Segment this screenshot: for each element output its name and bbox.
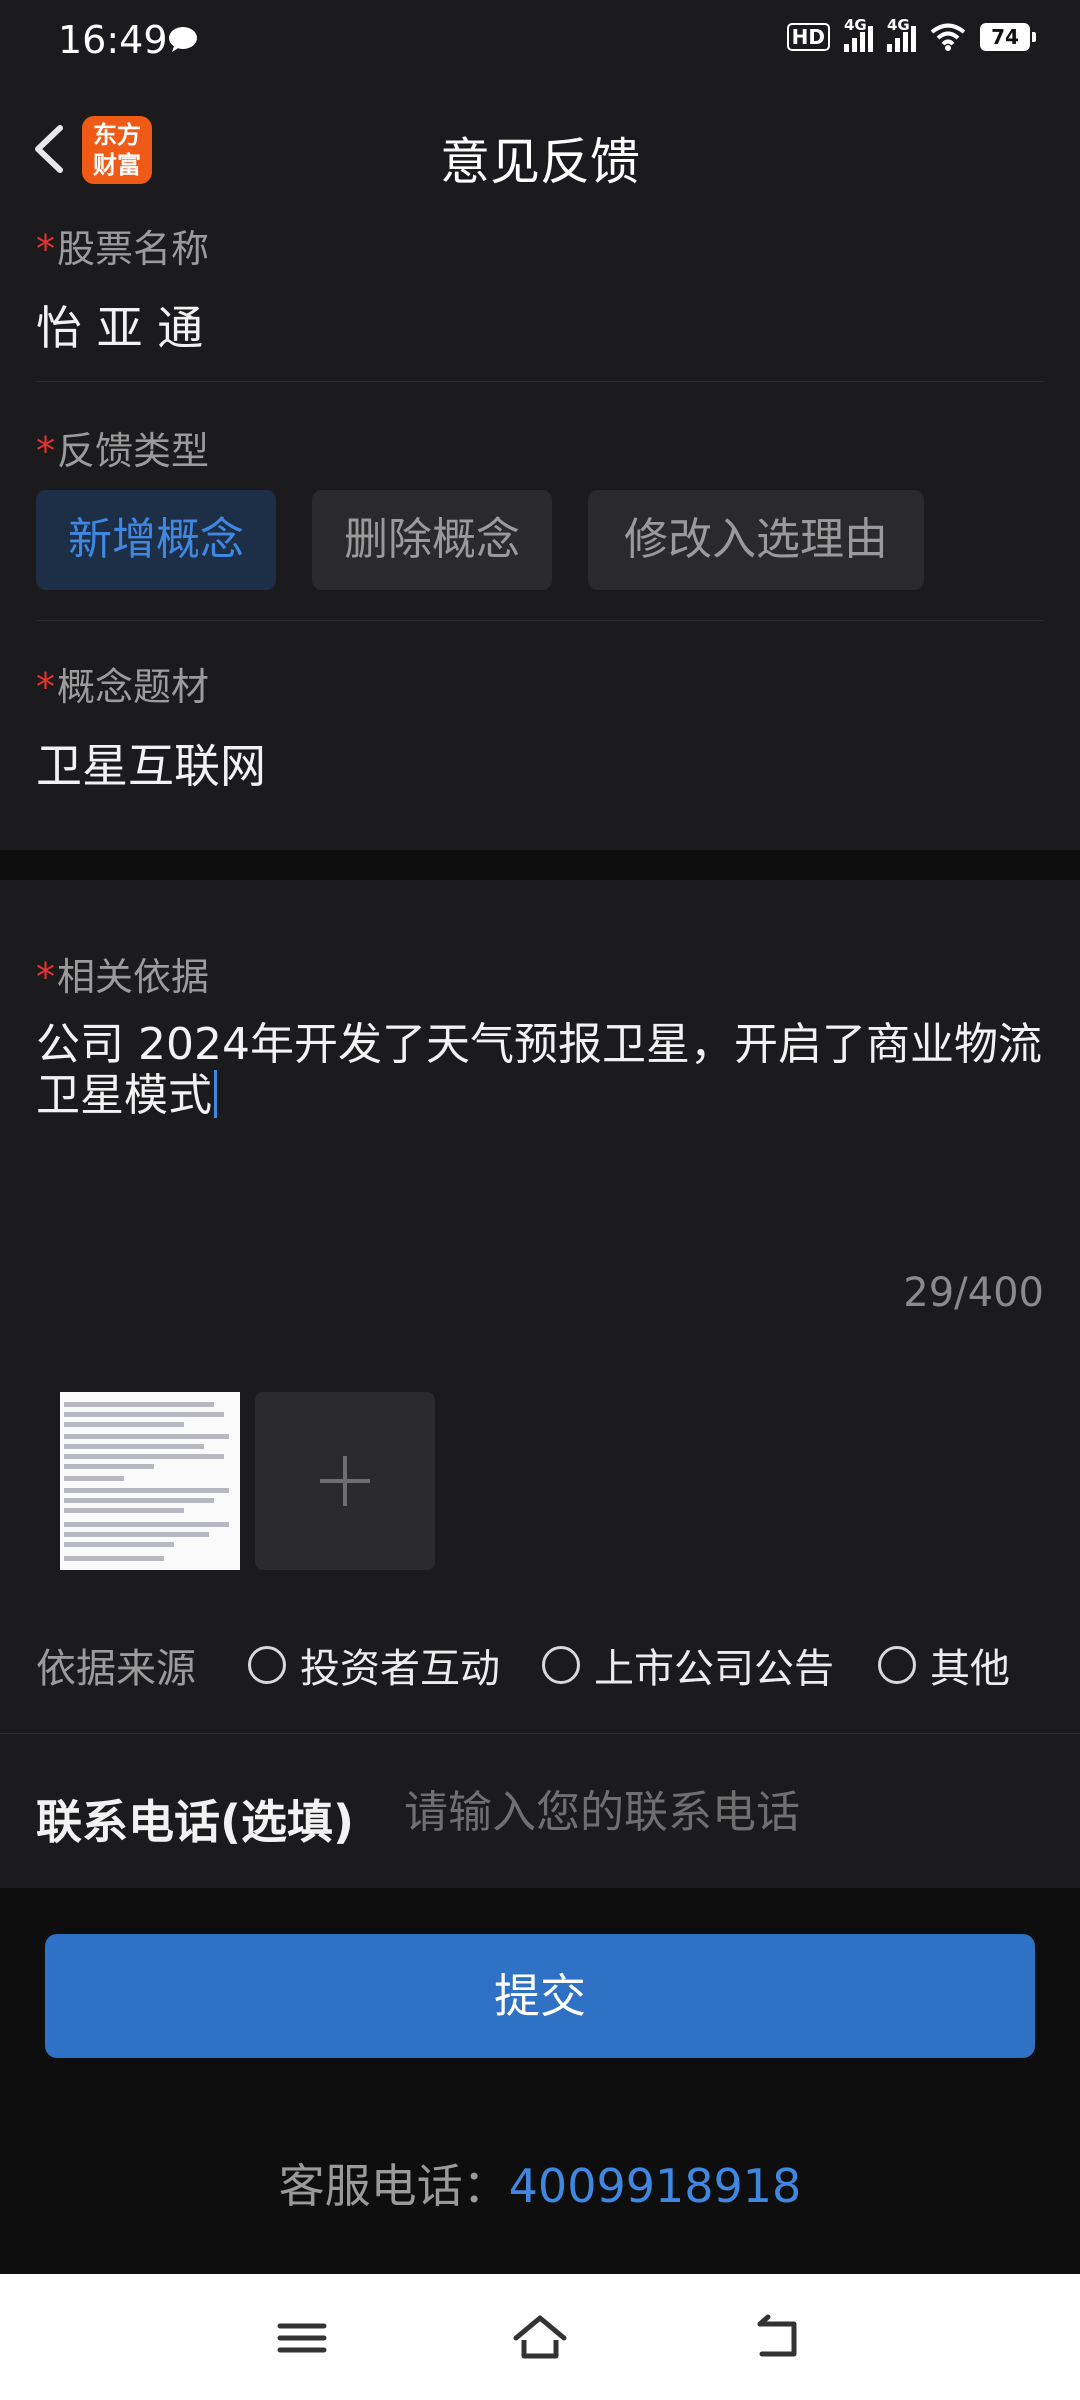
section-gap (0, 850, 1080, 880)
wifi-icon (930, 23, 966, 51)
signal-icon: 4G (844, 16, 873, 52)
basis-label: *相关依据 (36, 946, 209, 1001)
status-time: 16:49 (58, 18, 168, 62)
concept-label-text: 概念题材 (57, 665, 210, 709)
service-label: 客服电话： (278, 2159, 509, 2213)
source-option-label: 其他 (930, 1646, 1010, 1692)
required-asterisk: * (36, 227, 55, 271)
basis-textarea[interactable]: 公司 2024年开发了天气预报卫星，开启了商业物流卫星模式 (36, 1020, 1046, 1121)
required-asterisk: * (36, 429, 55, 473)
phone-label: 联系电话(选填) (36, 1795, 355, 1849)
char-counter: 29/400 (903, 1270, 1044, 1316)
add-image-button[interactable] (255, 1392, 435, 1570)
source-label: 依据来源 (36, 1646, 196, 1692)
back-icon[interactable] (748, 2310, 808, 2366)
network-type-2: 4G (887, 16, 910, 34)
system-nav-bar (0, 2274, 1080, 2400)
radio-icon (542, 1646, 580, 1684)
stock-name-label-text: 股票名称 (57, 227, 210, 271)
stock-name-value: 怡 亚 通 (36, 301, 204, 355)
hd-icon: HD (786, 23, 830, 51)
type-option-modify-reason[interactable]: 修改入选理由 (588, 490, 924, 590)
text-cursor (214, 1070, 217, 1118)
required-asterisk: * (36, 955, 55, 999)
attachment-thumbnail[interactable] (60, 1392, 240, 1570)
basis-text: 公司 2024年开发了天气预报卫星，开启了商业物流卫星模式 (36, 1019, 1042, 1121)
source-option-label: 投资者互动 (300, 1646, 500, 1692)
source-option-other[interactable]: 其他 (878, 1636, 1010, 1694)
required-asterisk: * (36, 665, 55, 709)
source-option-label: 上市公司公告 (594, 1646, 834, 1692)
battery-icon: 74 (980, 23, 1036, 51)
stock-name-label: *股票名称 (36, 218, 209, 273)
concept-label: *概念题材 (36, 656, 209, 711)
divider (36, 620, 1044, 621)
radio-icon (878, 1646, 916, 1684)
network-type-1: 4G (844, 16, 867, 34)
home-icon[interactable] (510, 2310, 570, 2366)
source-option-investor-interaction[interactable]: 投资者互动 (248, 1636, 500, 1694)
feedback-type-label-text: 反馈类型 (57, 429, 210, 473)
app-header: 东方 财富 意见反馈 (0, 82, 1080, 218)
divider (0, 1733, 1080, 1734)
divider (36, 381, 1044, 382)
signal-icon-2: 4G (887, 16, 916, 52)
phone-input[interactable] (404, 1780, 1044, 1844)
concept-value[interactable]: 卫星互联网 (36, 730, 266, 796)
feedback-type-label: *反馈类型 (36, 420, 209, 475)
basis-label-text: 相关依据 (57, 955, 210, 999)
status-bar: 16:49 HD 4G 4G 74 (0, 0, 1080, 82)
source-option-company-announcement[interactable]: 上市公司公告 (542, 1636, 834, 1694)
type-option-delete-concept[interactable]: 删除概念 (312, 490, 552, 590)
type-option-add-concept[interactable]: 新增概念 (36, 490, 276, 590)
status-icons: HD 4G 4G 74 (786, 16, 1036, 52)
service-phone-link[interactable]: 4009918918 (509, 2159, 802, 2213)
submit-button[interactable]: 提交 (45, 1934, 1035, 2058)
page-title: 意见反馈 (440, 133, 640, 191)
customer-service: 客服电话：4009918918 (0, 2150, 1080, 2216)
radio-icon (248, 1646, 286, 1684)
menu-icon[interactable] (272, 2310, 332, 2366)
chat-notification-icon (169, 27, 197, 52)
